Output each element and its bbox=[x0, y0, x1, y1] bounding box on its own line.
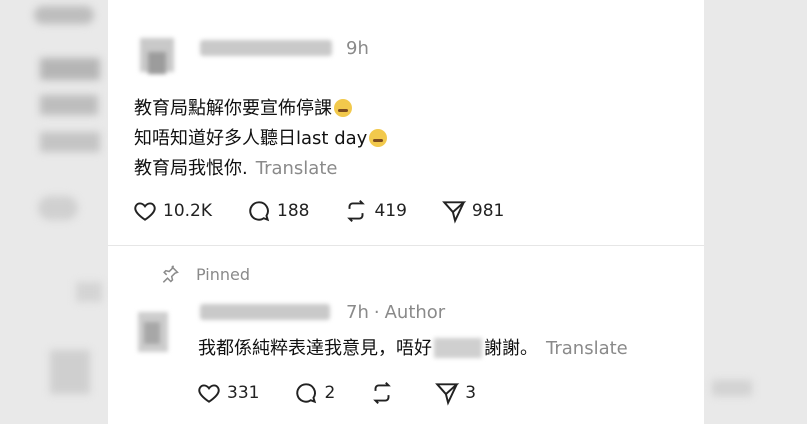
reply-actions: 331 2 3 bbox=[196, 380, 510, 406]
background-blur bbox=[40, 58, 100, 80]
background-blur bbox=[76, 282, 102, 302]
share-button[interactable]: 3 bbox=[434, 380, 476, 406]
background-blur bbox=[38, 196, 78, 220]
repost-count: 419 bbox=[374, 201, 407, 221]
avatar-blur bbox=[148, 52, 166, 74]
crying-face-icon bbox=[369, 129, 388, 147]
share-count: 981 bbox=[471, 201, 505, 221]
pinned-indicator: Pinned bbox=[160, 264, 250, 284]
share-button[interactable]: 981 bbox=[441, 198, 504, 224]
background-blur bbox=[40, 132, 100, 152]
translate-link[interactable]: Translate bbox=[546, 338, 628, 359]
reply-button[interactable]: 2 bbox=[293, 380, 335, 406]
repost-button[interactable] bbox=[369, 380, 400, 406]
reply-meta: 7h · Author bbox=[346, 302, 445, 323]
username-redacted[interactable] bbox=[200, 40, 332, 56]
like-button[interactable]: 10.2K bbox=[132, 198, 212, 224]
redacted-word bbox=[434, 338, 482, 358]
like-count: 10.2K bbox=[163, 201, 212, 221]
comment-icon bbox=[296, 383, 317, 404]
background-blur bbox=[50, 350, 90, 394]
divider bbox=[108, 245, 704, 246]
thread-card: 9h 教育局點解你要宣佈停課 知唔知道好多人聽日last day 教育局我恨你.… bbox=[108, 0, 704, 424]
reply-text: 我都係純粹表達我意見，唔好 謝謝。 Translate bbox=[198, 338, 628, 359]
reply-count: 2 bbox=[324, 383, 336, 403]
post-actions: 10.2K 188 419 981 bbox=[132, 198, 538, 224]
share-icon bbox=[435, 383, 460, 406]
reply-time: 7h bbox=[346, 302, 369, 323]
pin-icon bbox=[162, 265, 179, 283]
background-blur bbox=[34, 6, 94, 24]
repost-button[interactable]: 419 bbox=[343, 198, 407, 224]
like-button[interactable]: 331 bbox=[196, 380, 259, 406]
post-text-line: 教育局我恨你. Translate bbox=[134, 158, 338, 179]
post-text-line: 知唔知道好多人聽日last day bbox=[134, 124, 388, 150]
reply-button[interactable]: 188 bbox=[246, 198, 309, 224]
reply-count: 188 bbox=[277, 201, 310, 221]
pinned-label: Pinned bbox=[196, 264, 251, 284]
share-icon bbox=[441, 201, 467, 224]
share-count: 3 bbox=[465, 383, 477, 403]
avatar-blur bbox=[144, 322, 160, 344]
translate-link[interactable]: Translate bbox=[256, 158, 338, 179]
repost-icon bbox=[373, 382, 392, 404]
repost-icon bbox=[347, 200, 366, 222]
username-redacted[interactable] bbox=[200, 304, 330, 320]
heart-icon bbox=[134, 202, 156, 221]
post-text-line: 教育局點解你要宣佈停課 bbox=[134, 94, 352, 120]
author-label: Author bbox=[384, 302, 446, 323]
comment-icon bbox=[249, 201, 270, 222]
background-blur bbox=[40, 95, 98, 115]
post-time: 9h bbox=[346, 38, 369, 59]
background-blur bbox=[712, 380, 752, 396]
meta-separator: · bbox=[373, 302, 380, 323]
heart-icon bbox=[198, 384, 220, 403]
crying-face-icon bbox=[334, 99, 352, 117]
like-count: 331 bbox=[227, 383, 260, 403]
